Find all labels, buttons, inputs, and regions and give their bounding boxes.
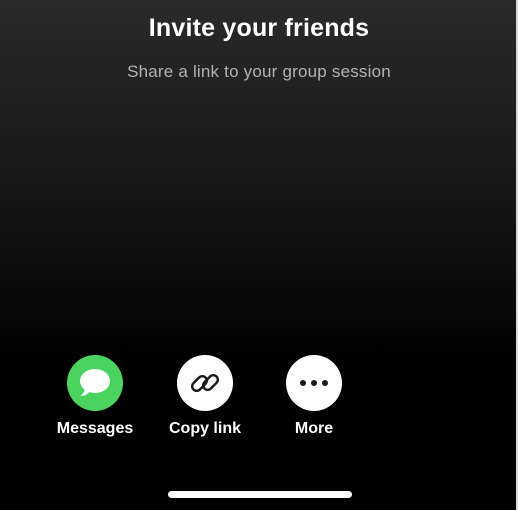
- page-subtitle: Share a link to your group session: [127, 62, 391, 81]
- more-share-button[interactable]: More: [259, 355, 369, 438]
- share-messages-button[interactable]: Messages: [40, 355, 150, 438]
- page-title: Invite your friends: [148, 14, 370, 42]
- link-icon: [177, 355, 233, 411]
- more-dots-icon: [286, 355, 342, 411]
- messages-icon: [67, 355, 123, 411]
- home-indicator[interactable]: [168, 491, 352, 498]
- copy-link-button[interactable]: Copy link: [150, 355, 260, 438]
- more-label: More: [294, 420, 334, 437]
- invite-sheet: Invite your friends Share a link to your…: [0, 0, 518, 510]
- share-messages-label: Messages: [56, 420, 134, 437]
- copy-link-label: Copy link: [168, 420, 241, 437]
